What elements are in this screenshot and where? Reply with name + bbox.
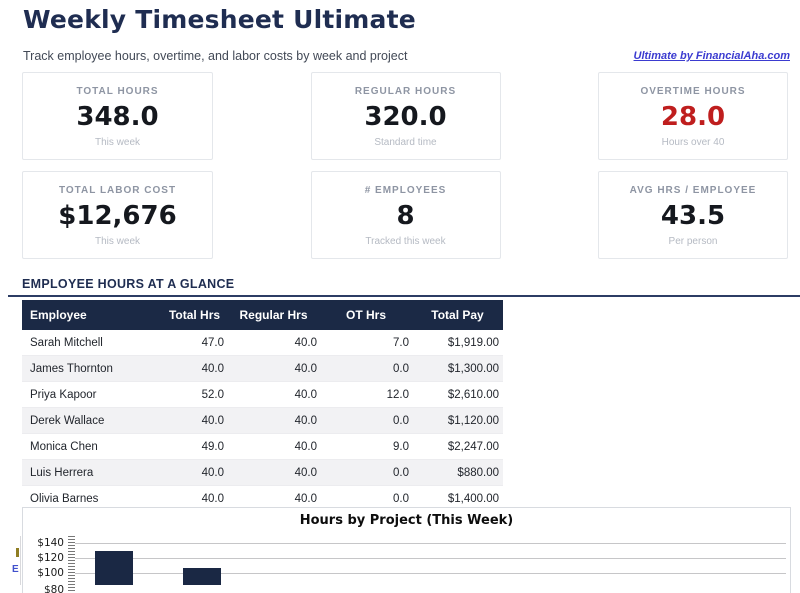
kpi-grid: TOTAL HOURS 348.0 This week REGULAR HOUR…: [22, 72, 788, 259]
employee-name: Sarah Mitchell: [22, 330, 162, 356]
table-row: Luis Herrera 40.0 40.0 0.0 $880.00: [22, 460, 503, 486]
y-axis-tick-label: $120: [28, 552, 64, 564]
kpi-value: 348.0: [76, 104, 158, 130]
total-hrs-cell: 40.0: [162, 408, 227, 434]
kpi-subtext: Hours over 40: [662, 137, 725, 148]
kpi-total-hours: TOTAL HOURS 348.0 This week: [22, 72, 213, 160]
section-divider: [8, 295, 800, 297]
page-title: Weekly Timesheet Ultimate: [23, 5, 416, 34]
ot-hrs-cell: 0.0: [320, 408, 412, 434]
table-row: James Thornton 40.0 40.0 0.0 $1,300.00: [22, 356, 503, 382]
y-axis-ticks: [68, 536, 75, 592]
clipped-column-gridline: [20, 536, 21, 585]
kpi-subtext: Tracked this week: [365, 236, 445, 247]
column-header-regular-hrs: Regular Hrs: [227, 300, 320, 330]
gridline: [75, 543, 786, 544]
clipped-cell-fragment: [16, 548, 19, 557]
kpi-value: 8: [396, 203, 414, 229]
kpi-total-labor-cost: TOTAL LABOR COST $12,676 This week: [22, 171, 213, 259]
kpi-value: $12,676: [58, 203, 176, 229]
column-header-total-pay: Total Pay: [412, 300, 503, 330]
total-pay-cell: $1,919.00: [412, 330, 503, 356]
y-axis-tick-label: $140: [28, 537, 64, 549]
chart-bar: [95, 551, 133, 585]
kpi-value: 43.5: [661, 203, 725, 229]
total-hrs-cell: 40.0: [162, 460, 227, 486]
column-header-ot-hrs: OT Hrs: [320, 300, 412, 330]
kpi-label: TOTAL HOURS: [76, 86, 158, 97]
y-axis-tick-label: $80: [28, 584, 64, 593]
employee-name: Priya Kapoor: [22, 382, 162, 408]
brand-link[interactable]: Ultimate by FinancialAha.com: [634, 50, 790, 62]
total-hrs-cell: 40.0: [162, 356, 227, 382]
kpi-label: TOTAL LABOR COST: [59, 185, 176, 196]
kpi-label: # EMPLOYEES: [365, 185, 447, 196]
table-row: Priya Kapoor 52.0 40.0 12.0 $2,610.00: [22, 382, 503, 408]
table-header-row: Employee Total Hrs Regular Hrs OT Hrs To…: [22, 300, 503, 330]
weekly-timesheet-dashboard: Weekly Timesheet Ultimate Track employee…: [0, 0, 800, 593]
table-row: Derek Wallace 40.0 40.0 0.0 $1,120.00: [22, 408, 503, 434]
kpi-num-employees: # EMPLOYEES 8 Tracked this week: [311, 171, 501, 259]
table-row: Monica Chen 49.0 40.0 9.0 $2,247.00: [22, 434, 503, 460]
regular-hrs-cell: 40.0: [227, 330, 320, 356]
table-row: Sarah Mitchell 47.0 40.0 7.0 $1,919.00: [22, 330, 503, 356]
regular-hrs-cell: 40.0: [227, 356, 320, 382]
column-header-employee: Employee: [22, 300, 162, 330]
ot-hrs-cell: 0.0: [320, 460, 412, 486]
y-axis-tick-label: $100: [28, 567, 64, 579]
section-title-employee-hours: EMPLOYEE HOURS AT A GLANCE: [22, 277, 234, 291]
kpi-subtext: Standard time: [374, 137, 436, 148]
total-pay-cell: $2,247.00: [412, 434, 503, 460]
gridline: [75, 558, 786, 559]
kpi-value: 320.0: [364, 104, 446, 130]
total-hrs-cell: 47.0: [162, 330, 227, 356]
ot-hrs-cell: 9.0: [320, 434, 412, 460]
clipped-cell-letter-fragment: E: [12, 564, 20, 576]
total-pay-cell: $1,120.00: [412, 408, 503, 434]
kpi-value: 28.0: [661, 104, 725, 130]
kpi-avg-hours-per-employee: AVG HRS / EMPLOYEE 43.5 Per person: [598, 171, 788, 259]
kpi-subtext: This week: [95, 236, 140, 247]
ot-hrs-cell: 7.0: [320, 330, 412, 356]
chart-title: Hours by Project (This Week): [22, 513, 791, 528]
total-pay-cell: $1,300.00: [412, 356, 503, 382]
employee-name: Monica Chen: [22, 434, 162, 460]
page-subtitle: Track employee hours, overtime, and labo…: [23, 49, 407, 63]
regular-hrs-cell: 40.0: [227, 408, 320, 434]
regular-hrs-cell: 40.0: [227, 460, 320, 486]
kpi-overtime-hours: OVERTIME HOURS 28.0 Hours over 40: [598, 72, 788, 160]
total-hrs-cell: 49.0: [162, 434, 227, 460]
kpi-label: AVG HRS / EMPLOYEE: [630, 185, 757, 196]
kpi-subtext: Per person: [669, 236, 718, 247]
total-pay-cell: $880.00: [412, 460, 503, 486]
regular-hrs-cell: 40.0: [227, 382, 320, 408]
ot-hrs-cell: 0.0: [320, 356, 412, 382]
kpi-label: OVERTIME HOURS: [640, 86, 745, 97]
employee-name: James Thornton: [22, 356, 162, 382]
kpi-regular-hours: REGULAR HOURS 320.0 Standard time: [311, 72, 501, 160]
gridline: [75, 573, 786, 574]
employee-name: Derek Wallace: [22, 408, 162, 434]
column-header-total-hrs: Total Hrs: [162, 300, 227, 330]
chart-bar: [183, 568, 221, 585]
ot-hrs-cell: 12.0: [320, 382, 412, 408]
employee-hours-table: Employee Total Hrs Regular Hrs OT Hrs To…: [22, 300, 503, 512]
total-hrs-cell: 52.0: [162, 382, 227, 408]
total-pay-cell: $2,610.00: [412, 382, 503, 408]
kpi-label: REGULAR HOURS: [355, 86, 456, 97]
regular-hrs-cell: 40.0: [227, 434, 320, 460]
kpi-subtext: This week: [95, 137, 140, 148]
employee-name: Luis Herrera: [22, 460, 162, 486]
